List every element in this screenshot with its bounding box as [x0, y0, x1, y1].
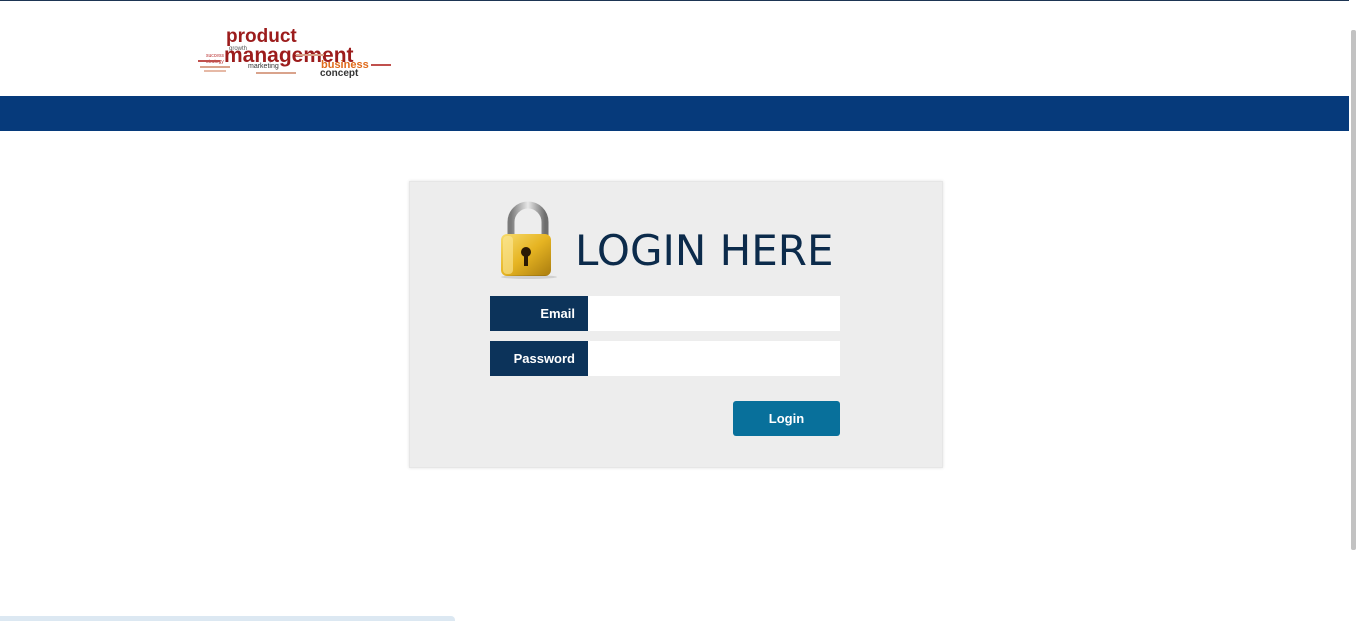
padlock-icon: [501, 201, 557, 279]
password-label: Password: [490, 341, 588, 376]
login-title: LOGIN HERE: [575, 226, 834, 275]
header-band: [0, 96, 1349, 131]
logo-word-marketing: marketing: [248, 63, 279, 70]
password-input[interactable]: [588, 341, 840, 376]
email-row: Email: [490, 296, 840, 331]
bottom-strip: [0, 616, 455, 621]
login-button[interactable]: Login: [733, 401, 840, 436]
top-border: [0, 0, 1349, 1]
product-management-logo: product growth management success strate…: [198, 26, 391, 79]
scrollbar-thumb[interactable]: [1351, 30, 1356, 550]
logo-word-concept: concept: [320, 68, 359, 79]
login-panel: LOGIN HERE Email Password Login: [409, 181, 943, 468]
password-row: Password: [490, 341, 840, 376]
email-input[interactable]: [588, 296, 840, 331]
email-label: Email: [490, 296, 588, 331]
